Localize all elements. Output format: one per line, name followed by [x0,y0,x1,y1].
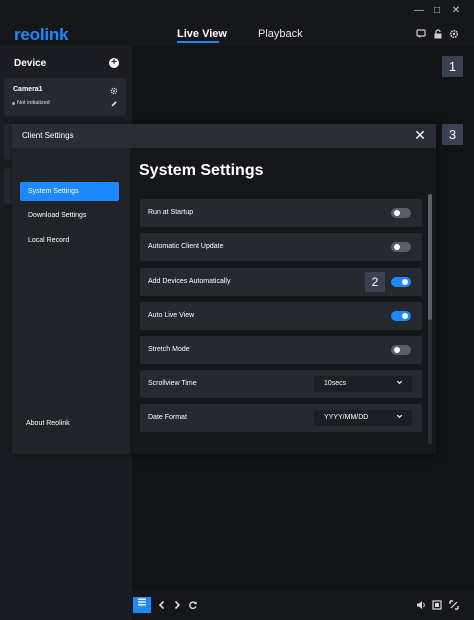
volume-icon[interactable] [416,600,426,610]
chevron-down-icon [396,379,403,388]
settings-content: System Settings Run at Startup Automatic… [130,148,436,454]
about-reolink-link[interactable]: About Reolink [26,420,70,427]
content-title: System Settings [139,162,264,179]
setting-row-auto-live-view: Auto Live View [140,302,422,330]
dialog-header: Client Settings ✕ [12,124,436,148]
setting-label: Stretch Mode [148,346,190,353]
bottom-toolbar [132,590,474,620]
setting-label: Date Format [148,414,187,421]
setting-label: Auto Live View [148,312,195,319]
tab-live-view[interactable]: Live View [177,28,227,40]
camera-name: Camera1 [13,86,43,93]
date-format-select[interactable]: YYYY/MM/DD [314,410,412,426]
badge-1: 1 [442,56,463,77]
select-value: 10secs [324,380,347,387]
reolink-logo: reolink [14,25,69,44]
status-dot-icon [12,102,15,105]
setting-label: Add Devices Automatically [148,278,231,285]
setting-row-automatic-client-update: Automatic Client Update [140,233,422,261]
client-settings-dialog: Client Settings ✕ System Settings Downlo… [12,124,436,454]
window-close-button[interactable]: ✕ [450,5,462,17]
run-at-startup-toggle[interactable] [391,208,411,218]
lock-icon[interactable] [432,29,444,41]
add-devices-toggle[interactable] [391,277,411,287]
setting-row-date-format: Date Format YYYY/MM/DD [140,404,422,432]
scrollview-time-select[interactable]: 10secs [314,376,412,392]
setting-label: Run at Startup [148,209,194,216]
nav-local-record[interactable]: Local Record [20,231,119,250]
automatic-update-toggle[interactable] [391,242,411,252]
window-mode-icon[interactable] [432,600,442,610]
setting-row-run-at-startup: Run at Startup [140,199,422,227]
setting-label: Scrollview Time [148,380,197,387]
nav-download-settings[interactable]: Download Settings [20,206,119,225]
setting-label: Automatic Client Update [148,243,224,250]
camera-card[interactable]: Camera1 Not initialized [4,78,126,116]
title-bar: reolink Live View Playback — □ ✕ [0,0,474,46]
message-icon[interactable] [415,29,427,41]
auto-live-view-toggle[interactable] [391,311,411,321]
list-view-icon[interactable] [133,597,151,613]
sidebar-card-ghost [4,168,12,204]
fullscreen-icon[interactable] [449,600,459,610]
minimize-button[interactable]: — [413,5,425,17]
maximize-button[interactable]: □ [431,5,443,17]
scrollbar-thumb[interactable] [428,194,432,320]
add-device-icon[interactable]: + [109,58,119,68]
close-icon[interactable]: ✕ [413,128,427,142]
next-icon[interactable] [172,600,182,610]
camera-status: Not initialized [17,100,50,106]
sidebar-card-ghost [4,124,12,160]
dialog-title: Client Settings [22,131,74,140]
badge-3: 3 [442,124,463,145]
previous-icon[interactable] [157,600,167,610]
settings-scrollbar[interactable] [428,194,432,444]
chevron-down-icon [396,413,403,422]
stretch-mode-toggle[interactable] [391,345,411,355]
nav-system-settings[interactable]: System Settings [20,182,119,201]
active-tab-indicator [177,41,219,43]
camera-settings-icon[interactable] [110,87,118,95]
setting-row-add-devices-automatically: Add Devices Automatically 2 [140,268,422,296]
tab-playback[interactable]: Playback [258,28,303,40]
badge-2: 2 [365,272,385,292]
gear-icon[interactable] [448,29,460,41]
setting-row-stretch-mode: Stretch Mode [140,336,422,364]
setting-row-scrollview-time: Scrollview Time 10secs [140,370,422,398]
refresh-icon[interactable] [188,600,198,610]
settings-nav: System Settings Download Settings Local … [12,148,130,454]
sidebar-title: Device [14,58,47,69]
camera-edit-icon[interactable] [110,100,118,108]
select-value: YYYY/MM/DD [324,414,369,421]
